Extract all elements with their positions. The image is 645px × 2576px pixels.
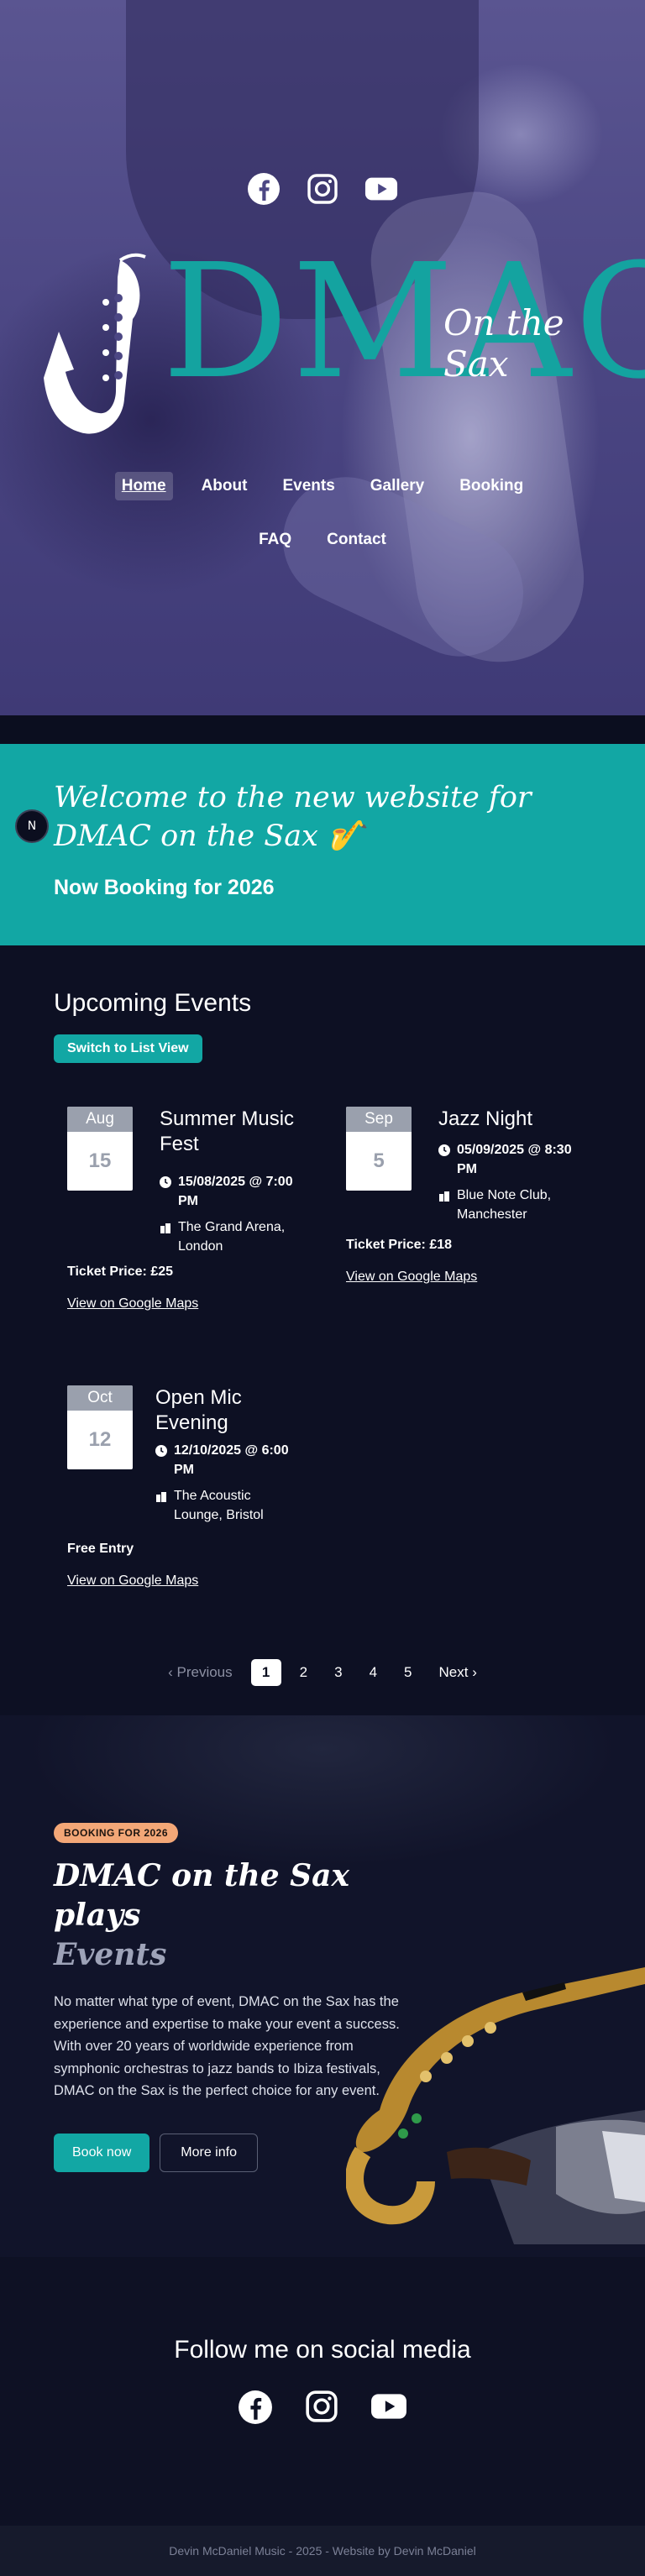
social-links (0, 2390, 645, 2428)
instagram-icon[interactable] (306, 172, 339, 206)
social-heading: Follow me on social media (174, 2336, 471, 2364)
pagination-previous[interactable]: ‹ Previous (160, 1659, 241, 1686)
nav-home[interactable]: Home (114, 472, 173, 500)
event-datetime: 12/10/2025 @ 6:00 PM (155, 1441, 307, 1479)
youtube-icon[interactable] (364, 172, 398, 206)
hero-social-links (0, 172, 645, 206)
nav-contact[interactable]: Contact (320, 526, 393, 554)
hero-section: DMAC On the Sax Home About Events Galler… (0, 0, 645, 715)
event-title: Jazz Night (438, 1107, 533, 1130)
event-venue-text: Blue Note Club, Manchester (457, 1188, 552, 1223)
welcome-heading: Welcome to the new website for DMAC on t… (54, 781, 532, 853)
event-card: Sep 5 Jazz Night 05/09/2025 @ 8:30 PM Bl… (346, 1107, 590, 1300)
social-section: Follow me on social media (0, 2257, 645, 2526)
booking-section: BOOKING FOR 2026 DMAC on the Sax plays E… (0, 1715, 645, 2257)
event-day: 12 (88, 1428, 112, 1451)
building-icon (439, 1191, 449, 1202)
pagination-page-3[interactable]: 3 (326, 1659, 350, 1686)
booking-badge: BOOKING FOR 2026 (54, 1823, 179, 1843)
saxophone-player-image (346, 1967, 645, 2244)
pagination-page-4[interactable]: 4 (361, 1659, 385, 1686)
more-info-button[interactable]: More info (160, 2134, 258, 2173)
event-title: Summer Music Fest (160, 1107, 295, 1155)
floating-n-badge[interactable]: N (15, 809, 49, 843)
building-icon (160, 1223, 170, 1233)
events-heading: Upcoming Events (54, 989, 252, 1017)
clock-icon (160, 1176, 171, 1188)
pagination-previous-label: Previous (176, 1664, 233, 1680)
welcome-banner: N Welcome to the new website for DMAC on… (0, 744, 645, 945)
pagination-page-2[interactable]: 2 (291, 1659, 316, 1686)
event-datetime-text: 05/09/2025 @ 8:30 PM (457, 1143, 572, 1177)
youtube-icon[interactable] (370, 2390, 407, 2428)
pagination-page-5[interactable]: 5 (396, 1659, 420, 1686)
event-month: Sep (346, 1107, 412, 1132)
event-venue: The Acoustic Lounge, Bristol (155, 1486, 298, 1525)
pagination-next[interactable]: Next › (431, 1659, 485, 1686)
event-card: Oct 12 Open Mic Evening 12/10/2025 @ 6:0… (67, 1385, 311, 1604)
event-map-link[interactable]: View on Google Maps (67, 1573, 198, 1589)
section-divider (0, 715, 645, 744)
instagram-icon[interactable] (305, 2390, 338, 2428)
event-venue: Blue Note Club, Manchester (438, 1186, 581, 1224)
event-card: Aug 15 Summer Music Fest 15/08/2025 @ 7:… (67, 1107, 311, 1325)
nav-faq[interactable]: FAQ (252, 526, 298, 554)
nav-events[interactable]: Events (275, 472, 341, 500)
nav-gallery[interactable]: Gallery (364, 472, 431, 500)
clock-icon (155, 1445, 167, 1457)
event-datetime: 05/09/2025 @ 8:30 PM (438, 1140, 581, 1179)
event-venue: The Grand Arena, London (160, 1217, 302, 1256)
event-datetime: 15/08/2025 @ 7:00 PM (160, 1172, 302, 1211)
event-map-link[interactable]: View on Google Maps (67, 1296, 198, 1312)
event-date-badge: Sep 5 (346, 1107, 412, 1191)
event-month: Aug (67, 1107, 133, 1132)
event-day: 15 (88, 1149, 112, 1172)
booking-title-main: DMAC on the Sax plays (54, 1858, 349, 1933)
saxophone-logo-icon (44, 253, 146, 434)
building-icon (156, 1492, 166, 1502)
nav-about[interactable]: About (195, 472, 254, 500)
logo-tagline: On the Sax (443, 302, 564, 385)
facebook-icon[interactable] (238, 2390, 273, 2428)
event-price: Ticket Price: £18 (346, 1238, 453, 1252)
site-footer: Devin McDaniel Music - 2025 - Website by… (0, 2526, 645, 2576)
booking-title: DMAC on the Sax plays Events (54, 1856, 406, 1974)
event-datetime-text: 12/10/2025 @ 6:00 PM (174, 1443, 289, 1478)
event-date-badge: Oct 12 (67, 1385, 133, 1469)
event-title: Open Mic Evening (155, 1386, 242, 1434)
site-logo[interactable]: DMAC On the Sax (40, 243, 645, 437)
booking-title-emphasis: Events (54, 1936, 167, 1972)
pagination-page-1[interactable]: 1 (250, 1659, 281, 1686)
event-map-link[interactable]: View on Google Maps (346, 1270, 477, 1285)
facebook-icon[interactable] (247, 172, 281, 206)
nav-booking[interactable]: Booking (453, 472, 530, 500)
book-now-button[interactable]: Book now (54, 2134, 150, 2173)
event-month: Oct (67, 1385, 133, 1411)
events-pagination: ‹ Previous 1 2 3 4 5 Next › (0, 1659, 645, 1686)
welcome-subheading: Now Booking for 2026 (54, 876, 275, 899)
main-nav: Home About Events Gallery Booking FAQ Co… (0, 472, 645, 573)
clock-icon (438, 1144, 450, 1156)
event-day: 5 (373, 1149, 385, 1172)
event-price: Free Entry (67, 1542, 134, 1556)
switch-list-view-button[interactable]: Switch to List View (54, 1034, 202, 1063)
event-venue-text: The Grand Arena, London (178, 1220, 286, 1254)
event-datetime-text: 15/08/2025 @ 7:00 PM (178, 1175, 293, 1209)
pagination-next-label: Next (438, 1664, 469, 1680)
event-date-badge: Aug 15 (67, 1107, 133, 1191)
event-price: Ticket Price: £25 (67, 1264, 174, 1279)
event-venue-text: The Acoustic Lounge, Bristol (174, 1489, 264, 1523)
events-section: Upcoming Events Switch to List View Aug … (0, 945, 645, 1715)
